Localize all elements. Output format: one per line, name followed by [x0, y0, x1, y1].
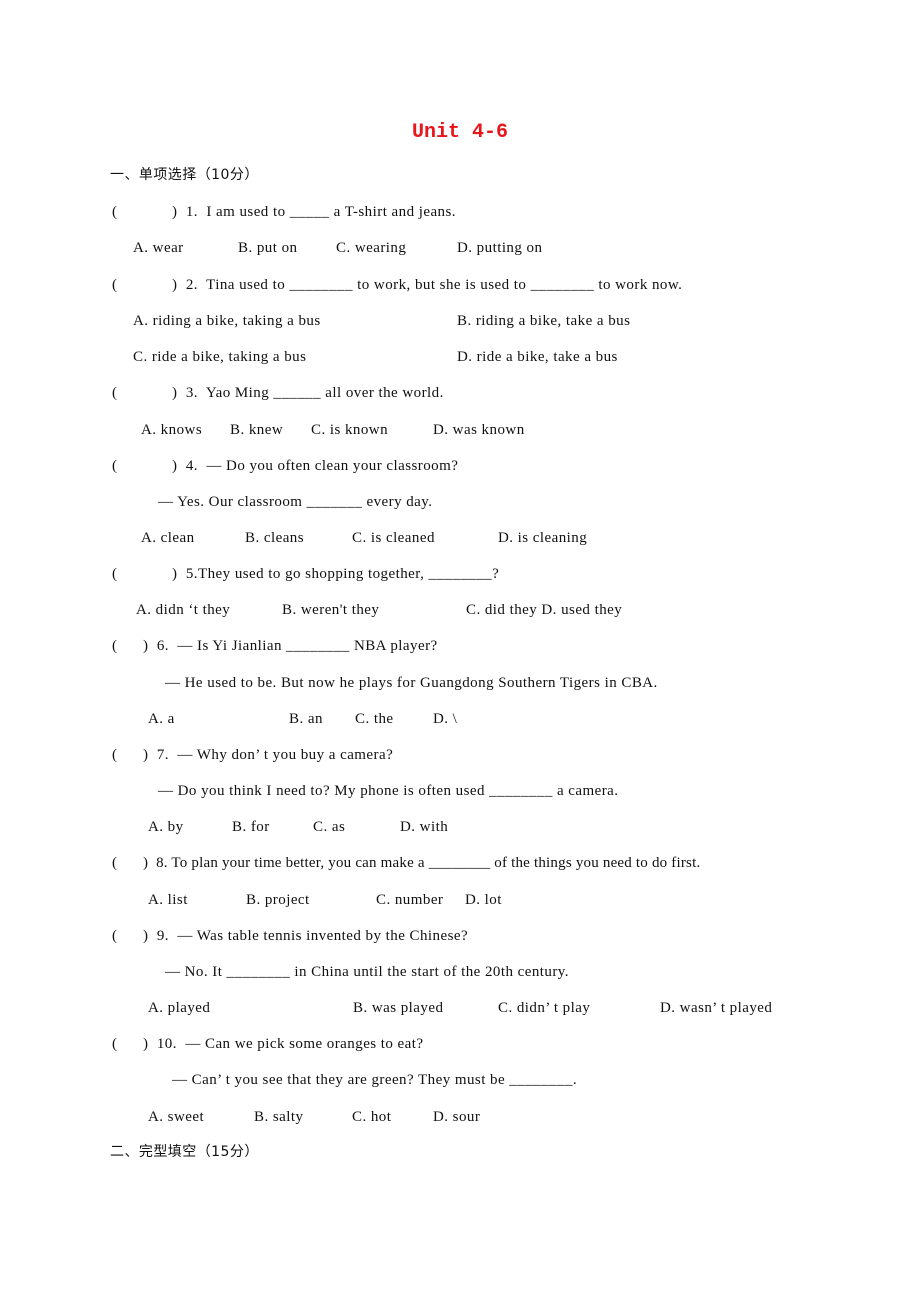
option: B. weren't they	[282, 602, 380, 618]
option: C. the	[355, 711, 394, 727]
answer-paren: (	[112, 638, 118, 654]
option: A. by	[148, 819, 184, 835]
answer-paren: (	[112, 855, 118, 871]
option: C. is cleaned	[352, 530, 435, 546]
option: B. riding a bike, take a bus	[457, 313, 631, 329]
option: D. was known	[433, 422, 525, 438]
option: B. was played	[353, 1000, 444, 1016]
option: C. is known	[311, 422, 389, 438]
option: B. for	[232, 819, 270, 835]
question-reply: — Yes. Our classroom _______ every day.	[158, 494, 433, 510]
option: D. is cleaning	[498, 530, 588, 546]
question-stem: ) 8. To plan your time better, you can m…	[143, 855, 701, 871]
answer-paren: (	[112, 458, 118, 474]
option: A. a	[148, 711, 175, 727]
option: C. ride a bike, taking a bus	[133, 349, 307, 365]
question-reply: — Can’ t you see that they are green? Th…	[172, 1072, 578, 1088]
option: C. did they D. used they	[466, 602, 623, 618]
option: A. sweet	[148, 1109, 205, 1125]
option: C. hot	[352, 1109, 392, 1125]
question-reply: — He used to be. But now he plays for Gu…	[165, 675, 658, 691]
option: C. as	[313, 819, 346, 835]
option: D. sour	[433, 1109, 481, 1125]
answer-paren: (	[112, 1036, 118, 1052]
question-stem: ) 1. I am used to _____ a T-shirt and je…	[172, 204, 456, 220]
section-heading: 二、完型填空（15分）	[110, 1144, 259, 1160]
option: A. list	[148, 892, 188, 908]
question-reply: — Do you think I need to? My phone is of…	[158, 783, 619, 799]
option: B. salty	[254, 1109, 304, 1125]
answer-paren: (	[112, 385, 118, 401]
answer-paren: (	[112, 747, 118, 763]
option: A. played	[148, 1000, 211, 1016]
option: B. cleans	[245, 530, 305, 546]
option: B. project	[246, 892, 310, 908]
question-stem: ) 7. — Why don’ t you buy a camera?	[143, 747, 394, 763]
answer-paren: (	[112, 204, 118, 220]
option: A. wear	[133, 240, 184, 256]
option: D. ride a bike, take a bus	[457, 349, 618, 365]
section-heading: 一、单项选择（10分）	[110, 167, 259, 183]
option: D. with	[400, 819, 449, 835]
option: C. number	[376, 892, 444, 908]
question-stem: ) 3. Yao Ming ______ all over the world.	[172, 385, 444, 401]
option: D. lot	[465, 892, 502, 908]
option: B. knew	[230, 422, 284, 438]
question-reply: — No. It ________ in China until the sta…	[165, 964, 569, 980]
option: D. \	[433, 711, 458, 727]
option: C. wearing	[336, 240, 407, 256]
answer-paren: (	[112, 277, 118, 293]
answer-paren: (	[112, 566, 118, 582]
question-stem: ) 2. Tina used to ________ to work, but …	[172, 277, 683, 293]
option: A. clean	[141, 530, 195, 546]
question-stem: ) 6. — Is Yi Jianlian ________ NBA playe…	[143, 638, 438, 654]
option: C. didn’ t play	[498, 1000, 591, 1016]
document-page: Unit 4-6 一、单项选择（10分） ( ) 1. I am used to…	[0, 0, 920, 1302]
option: A. didn ‘t they	[136, 602, 231, 618]
question-stem: ) 5.They used to go shopping together, _…	[172, 566, 500, 582]
option: B. put on	[238, 240, 298, 256]
question-stem: ) 9. — Was table tennis invented by the …	[143, 928, 469, 944]
option: D. wasn’ t played	[660, 1000, 773, 1016]
answer-paren: (	[112, 928, 118, 944]
question-stem: ) 10. — Can we pick some oranges to eat?	[143, 1036, 424, 1052]
option: D. putting on	[457, 240, 543, 256]
option: B. an	[289, 711, 323, 727]
option: A. riding a bike, taking a bus	[133, 313, 321, 329]
option: A. knows	[141, 422, 203, 438]
question-stem: ) 4. — Do you often clean your classroom…	[172, 458, 459, 474]
page-title: Unit 4-6	[411, 121, 508, 144]
